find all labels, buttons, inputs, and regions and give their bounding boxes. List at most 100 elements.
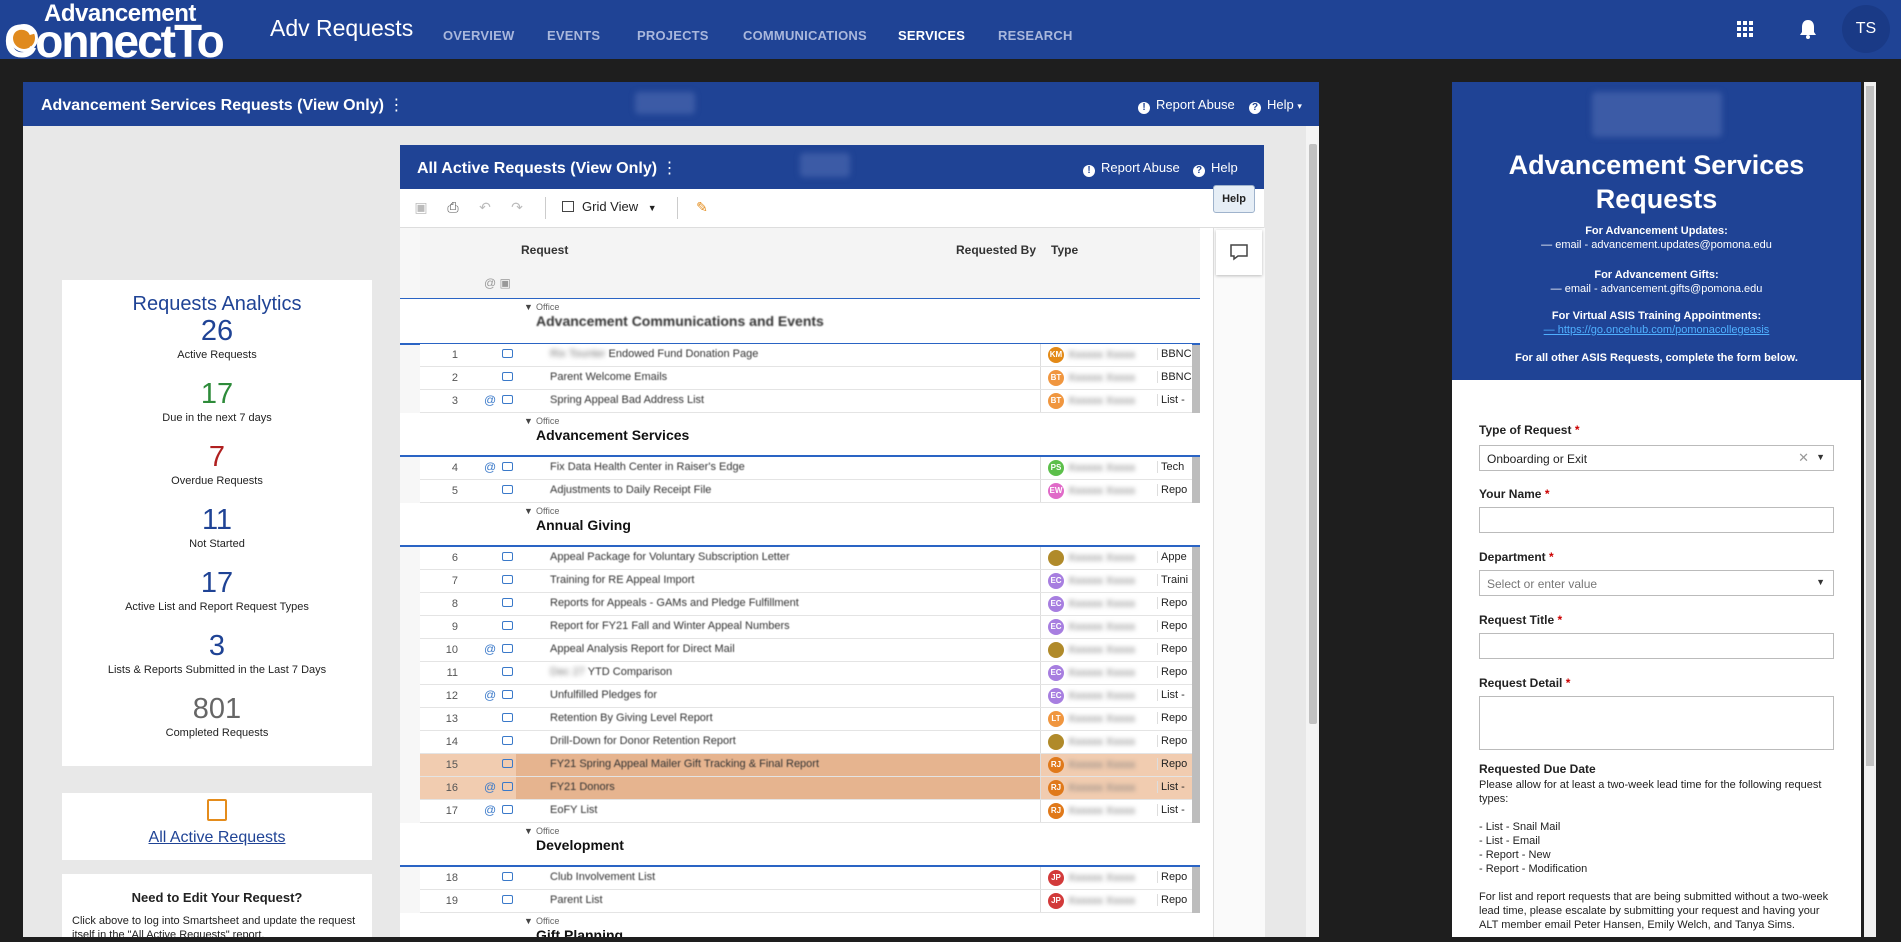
- save-icon[interactable]: ▣: [412, 198, 430, 216]
- nav-projects[interactable]: PROJECTS: [637, 28, 709, 43]
- sheet-report-abuse-link[interactable]: ! Report Abuse: [1083, 160, 1180, 177]
- request-cell[interactable]: Unfulfilled Pledges for: [516, 685, 1040, 707]
- group-row[interactable]: ▼ Office Advancement Communications and Ev…: [400, 298, 1200, 345]
- column-request[interactable]: Request: [521, 243, 568, 257]
- type-cell[interactable]: Repo: [1157, 643, 1192, 655]
- type-cell[interactable]: Repo: [1157, 871, 1192, 883]
- advancement-connectto-logo[interactable]: Advancement ConnectTo: [4, 2, 254, 65]
- type-cell[interactable]: Traini: [1157, 574, 1192, 586]
- requested-by-cell[interactable]: EC Xxxxxx Xxxxx: [1040, 570, 1156, 592]
- table-row[interactable]: 19 Parent List JP Xxxxxx Xxxxx Repo: [420, 890, 1192, 913]
- comment-icon[interactable]: [502, 872, 513, 881]
- type-cell[interactable]: Appe: [1157, 551, 1192, 563]
- sheet-help-link[interactable]: ? Help: [1193, 160, 1238, 177]
- comment-icon[interactable]: [502, 895, 513, 904]
- requested-by-cell[interactable]: EW Xxxxxx Xxxxx: [1040, 480, 1156, 502]
- request-cell[interactable]: Reports for Appeals - GAMs and Pledge Fu…: [516, 593, 1040, 615]
- report-abuse-link[interactable]: ! Report Abuse: [1138, 97, 1235, 114]
- requested-by-cell[interactable]: BT Xxxxxx Xxxxx: [1040, 390, 1156, 412]
- comment-icon[interactable]: [502, 372, 513, 381]
- request-cell[interactable]: Report for FY21 Fall and Winter Appeal N…: [516, 616, 1040, 638]
- comment-icon[interactable]: [502, 552, 513, 561]
- table-row[interactable]: 1 Rix Tounter Endowed Fund Donation Page K…: [420, 344, 1192, 367]
- mention-icon[interactable]: @: [484, 460, 496, 474]
- type-cell[interactable]: Repo: [1157, 484, 1192, 496]
- form-scrollbar[interactable]: [1864, 82, 1876, 937]
- comment-icon[interactable]: [502, 462, 513, 471]
- highlight-changes-icon[interactable]: ✎: [693, 198, 711, 216]
- requested-by-cell[interactable]: KM Xxxxxx Xxxxx: [1040, 344, 1156, 366]
- request-detail-textarea[interactable]: [1479, 696, 1834, 750]
- clear-icon[interactable]: ✕: [1798, 450, 1809, 466]
- column-type[interactable]: Type: [1051, 243, 1078, 257]
- type-cell[interactable]: Repo: [1157, 894, 1192, 906]
- comment-icon[interactable]: [502, 575, 513, 584]
- type-cell[interactable]: Repo: [1157, 620, 1192, 632]
- department-select[interactable]: Select or enter value ▼: [1479, 570, 1834, 596]
- comment-icon[interactable]: [502, 759, 513, 768]
- mention-icon[interactable]: @: [484, 780, 496, 794]
- undo-icon[interactable]: ↶: [476, 198, 494, 216]
- table-row[interactable]: 17 @ EoFY List RJ Xxxxxx Xxxxx List -: [420, 800, 1192, 823]
- type-of-request-select[interactable]: Onboarding or Exit ✕ ▼: [1479, 445, 1834, 471]
- user-avatar[interactable]: TS: [1842, 5, 1890, 53]
- table-row[interactable]: 3 @ Spring Appeal Bad Address List BT Xxxxxx…: [420, 390, 1192, 413]
- nav-events[interactable]: EVENTS: [547, 28, 600, 43]
- collapse-triangle-icon[interactable]: ▼: [524, 302, 533, 312]
- request-cell[interactable]: FY21 Spring Appeal Mailer Gift Tracking …: [516, 754, 1040, 776]
- requested-by-cell[interactable]: EC Xxxxxx Xxxxx: [1040, 685, 1156, 707]
- request-cell[interactable]: Parent List: [516, 890, 1040, 912]
- request-cell[interactable]: Training for RE Appeal Import: [516, 570, 1040, 592]
- table-row[interactable]: 11 Dec 27 YTD Comparison EC Xxxxxx Xxxxx Rep…: [420, 662, 1192, 685]
- group-row[interactable]: ▼ Office Advancement Services: [400, 413, 1200, 457]
- collapse-triangle-icon[interactable]: ▼: [524, 506, 533, 516]
- notifications-bell-icon[interactable]: [1795, 16, 1821, 42]
- requested-by-cell[interactable]: RJ Xxxxxx Xxxxx: [1040, 754, 1156, 776]
- type-cell[interactable]: List -: [1157, 781, 1192, 793]
- grid-view-dropdown[interactable]: Grid View ▼: [562, 199, 657, 214]
- table-row[interactable]: 4 @ Fix Data Health Center in Raiser's Edg…: [420, 457, 1192, 480]
- requested-by-cell[interactable]: RJ Xxxxxx Xxxxx: [1040, 800, 1156, 822]
- column-requested-by[interactable]: Requested By: [956, 243, 1036, 257]
- type-cell[interactable]: List -: [1157, 689, 1192, 701]
- requested-by-cell[interactable]: BT Xxxxxx Xxxxx: [1040, 367, 1156, 389]
- requested-by-cell[interactable]: PS Xxxxxx Xxxxx: [1040, 457, 1156, 479]
- nav-research[interactable]: RESEARCH: [998, 28, 1073, 43]
- request-cell[interactable]: Rix Tounter Endowed Fund Donation Page: [516, 344, 1040, 366]
- type-cell[interactable]: List -: [1157, 394, 1192, 406]
- requested-by-cell[interactable]: RJ Xxxxxx Xxxxx: [1040, 777, 1156, 799]
- comment-icon[interactable]: [502, 805, 513, 814]
- mention-icon[interactable]: @: [484, 688, 496, 702]
- request-cell[interactable]: Spring Appeal Bad Address List: [516, 390, 1040, 412]
- comment-icon[interactable]: [502, 690, 513, 699]
- table-row[interactable]: 12 @ Unfulfilled Pledges for EC Xxxxxx Xxxxx…: [420, 685, 1192, 708]
- requested-by-cell[interactable]: EC Xxxxxx Xxxxx: [1040, 662, 1156, 684]
- requested-by-cell[interactable]: Xxxxxx Xxxxx: [1040, 639, 1156, 661]
- mention-icon[interactable]: @: [484, 393, 496, 407]
- type-cell[interactable]: Repo: [1157, 735, 1192, 747]
- requested-by-cell[interactable]: EC Xxxxxx Xxxxx: [1040, 616, 1156, 638]
- request-cell[interactable]: Fix Data Health Center in Raiser's Edge: [516, 457, 1040, 479]
- type-cell[interactable]: Repo: [1157, 597, 1192, 609]
- requested-by-cell[interactable]: JP Xxxxxx Xxxxx: [1040, 867, 1156, 889]
- comment-icon[interactable]: [502, 713, 513, 722]
- nav-overview[interactable]: OVERVIEW: [443, 28, 514, 43]
- type-cell[interactable]: BBNC: [1157, 348, 1192, 360]
- table-row[interactable]: 10 @ Appeal Analysis Report for Direct Mai…: [420, 639, 1192, 662]
- table-row[interactable]: 6 Appeal Package for Voluntary Subscripti…: [420, 547, 1192, 570]
- mention-icon[interactable]: @: [484, 642, 496, 656]
- request-cell[interactable]: EoFY List: [516, 800, 1040, 822]
- table-row[interactable]: 18 Club Involvement List JP Xxxxxx Xxxxx Rep…: [420, 867, 1192, 890]
- group-row[interactable]: ▼ Office Annual Giving: [400, 503, 1200, 547]
- request-cell[interactable]: Appeal Package for Voluntary Subscriptio…: [516, 547, 1040, 569]
- group-row[interactable]: ▼ Office Gift Planning: [400, 913, 1200, 937]
- training-link[interactable]: — https://go.oncehub.com/pomonacollegeas…: [1452, 324, 1861, 336]
- mention-icon[interactable]: @: [484, 803, 496, 817]
- type-cell[interactable]: Repo: [1157, 758, 1192, 770]
- table-row[interactable]: 15 FY21 Spring Appeal Mailer Gift Trackin…: [420, 754, 1192, 777]
- requested-by-cell[interactable]: Xxxxxx Xxxxx: [1040, 547, 1156, 569]
- type-cell[interactable]: Repo: [1157, 666, 1192, 678]
- your-name-input[interactable]: [1479, 507, 1834, 533]
- nav-communications[interactable]: COMMUNICATIONS: [743, 28, 867, 43]
- type-cell[interactable]: BBNC: [1157, 371, 1192, 383]
